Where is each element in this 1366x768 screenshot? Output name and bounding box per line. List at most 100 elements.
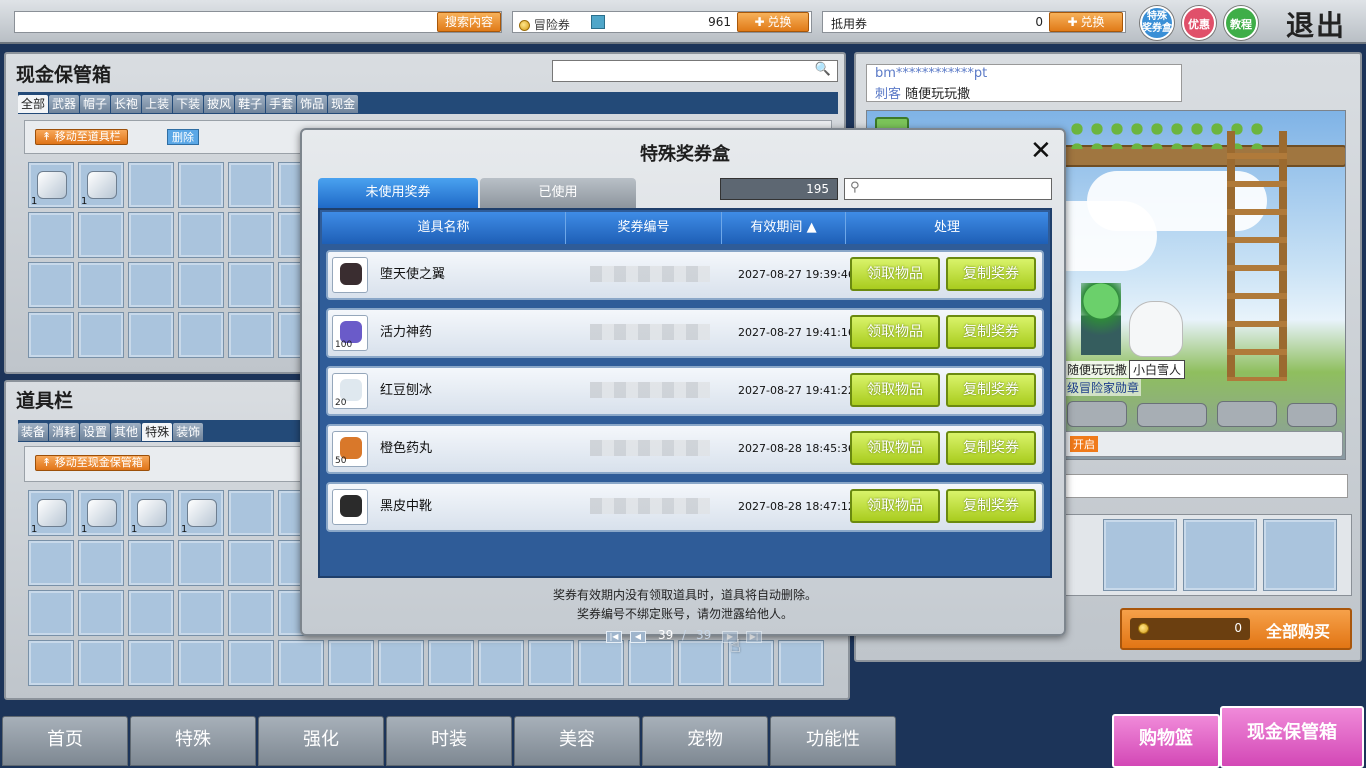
cart-tab[interactable]: 购物篮 [1112, 714, 1220, 768]
exchange-button-1[interactable]: ✚ 兑换 [737, 12, 809, 32]
move-to-locker-button[interactable]: ↟ 移动至现金保管箱 [35, 455, 150, 471]
locker-tab-8[interactable]: 手套 [266, 95, 297, 113]
inventory-tab-3[interactable]: 其他 [111, 423, 142, 441]
copy-voucher-button[interactable]: 复制奖券 [946, 431, 1036, 465]
item-slot[interactable] [128, 640, 174, 686]
locker-tab-5[interactable]: 下装 [173, 95, 204, 113]
locker-search-input[interactable]: 🔍 [552, 60, 838, 82]
nav-tab-2[interactable]: 强化 [258, 716, 384, 766]
locker-tab-0[interactable]: 全部 [18, 95, 49, 113]
special-voucher-box-button[interactable]: 特殊 奖券盒 [1140, 6, 1174, 40]
exchange-button-2[interactable]: ✚ 兑换 [1049, 12, 1123, 32]
item-slot[interactable]: 1 [78, 490, 124, 536]
item-slot[interactable] [578, 640, 624, 686]
item-slot[interactable] [128, 540, 174, 586]
search-button[interactable]: 搜索内容 [437, 12, 501, 32]
locker-tab-6[interactable]: 披风 [204, 95, 235, 113]
locker-tab-3[interactable]: 长袍 [111, 95, 142, 113]
nav-tab-6[interactable]: 功能性 [770, 716, 896, 766]
open-button[interactable]: 开启 [1070, 436, 1098, 452]
cart-slot[interactable] [1263, 519, 1337, 591]
item-slot[interactable] [228, 590, 274, 636]
item-slot[interactable] [128, 162, 174, 208]
item-slot[interactable] [78, 212, 124, 258]
claim-item-button[interactable]: 领取物品 [850, 373, 940, 407]
item-slot[interactable] [28, 540, 74, 586]
first-page-icon[interactable]: |◀ [606, 631, 622, 643]
item-slot[interactable] [78, 590, 124, 636]
item-slot[interactable] [478, 640, 524, 686]
header-validity[interactable]: 有效期间 ▲ [722, 212, 846, 244]
item-slot[interactable] [228, 540, 274, 586]
item-slot[interactable] [528, 640, 574, 686]
item-slot[interactable] [28, 212, 74, 258]
item-slot[interactable] [178, 590, 224, 636]
item-slot[interactable] [228, 212, 274, 258]
item-slot[interactable] [28, 312, 74, 358]
item-slot[interactable] [228, 490, 274, 536]
claim-item-button[interactable]: 领取物品 [850, 315, 940, 349]
item-slot[interactable] [178, 312, 224, 358]
cart-slot[interactable] [1183, 519, 1257, 591]
item-slot[interactable] [628, 640, 674, 686]
refresh-icon[interactable] [591, 15, 605, 29]
item-slot[interactable]: 1 [28, 490, 74, 536]
nav-tab-1[interactable]: 特殊 [130, 716, 256, 766]
item-slot[interactable] [128, 212, 174, 258]
item-slot[interactable] [178, 212, 224, 258]
claim-item-button[interactable]: 领取物品 [850, 431, 940, 465]
inventory-tab-1[interactable]: 消耗 [49, 423, 80, 441]
item-slot[interactable] [128, 590, 174, 636]
item-slot[interactable] [678, 640, 724, 686]
copy-voucher-button[interactable]: 复制奖券 [946, 315, 1036, 349]
item-slot[interactable] [178, 162, 224, 208]
item-slot[interactable] [228, 640, 274, 686]
cash-locker-tab[interactable]: 现金保管箱 [1220, 706, 1364, 768]
nav-tab-0[interactable]: 首页 [2, 716, 128, 766]
tutorial-button[interactable]: 教程 [1224, 6, 1258, 40]
item-slot[interactable] [178, 540, 224, 586]
locker-tab-9[interactable]: 饰品 [297, 95, 328, 113]
copy-voucher-button[interactable]: 复制奖券 [946, 373, 1036, 407]
claim-item-button[interactable]: 领取物品 [850, 257, 940, 291]
locker-tab-10[interactable]: 现金 [328, 95, 359, 113]
item-slot[interactable] [128, 262, 174, 308]
inventory-tab-5[interactable]: 装饰 [173, 423, 204, 441]
item-slot[interactable] [78, 312, 124, 358]
search-icon[interactable]: 🔍 [815, 62, 831, 77]
search-input[interactable]: 搜索内容 [14, 11, 502, 33]
item-slot[interactable] [228, 162, 274, 208]
item-slot[interactable] [778, 640, 824, 686]
claim-item-button[interactable]: 领取物品 [850, 489, 940, 523]
item-slot[interactable] [78, 640, 124, 686]
item-slot[interactable]: 1 [28, 162, 74, 208]
nav-tab-5[interactable]: 宠物 [642, 716, 768, 766]
copy-voucher-button[interactable]: 复制奖券 [946, 489, 1036, 523]
close-icon[interactable]: ✕ [1030, 138, 1052, 164]
item-slot[interactable] [328, 640, 374, 686]
inventory-tab-2[interactable]: 设置 [80, 423, 111, 441]
locker-tab-2[interactable]: 帽子 [80, 95, 111, 113]
item-slot[interactable] [128, 312, 174, 358]
move-to-inventory-button[interactable]: ↟ 移动至道具栏 [35, 129, 128, 145]
modal-search-input[interactable] [844, 178, 1052, 200]
item-slot[interactable] [28, 590, 74, 636]
nav-tab-3[interactable]: 时装 [386, 716, 512, 766]
item-slot[interactable] [378, 640, 424, 686]
inventory-tab-0[interactable]: 装备 [18, 423, 49, 441]
cart-slot[interactable] [1103, 519, 1177, 591]
coupon-button[interactable]: 优惠券 [1182, 6, 1216, 65]
copy-voucher-button[interactable]: 复制奖券 [946, 257, 1036, 291]
item-slot[interactable] [278, 640, 324, 686]
delete-button[interactable]: 删除 [167, 129, 199, 145]
item-slot[interactable]: 1 [178, 490, 224, 536]
item-slot[interactable] [178, 640, 224, 686]
item-slot[interactable] [228, 262, 274, 308]
item-slot[interactable] [228, 312, 274, 358]
item-slot[interactable]: 1 [78, 162, 124, 208]
item-slot[interactable] [78, 540, 124, 586]
item-slot[interactable] [178, 262, 224, 308]
tab-used[interactable]: 已使用 [480, 178, 636, 208]
item-slot[interactable] [78, 262, 124, 308]
prev-page-icon[interactable]: ◀ [630, 631, 646, 643]
